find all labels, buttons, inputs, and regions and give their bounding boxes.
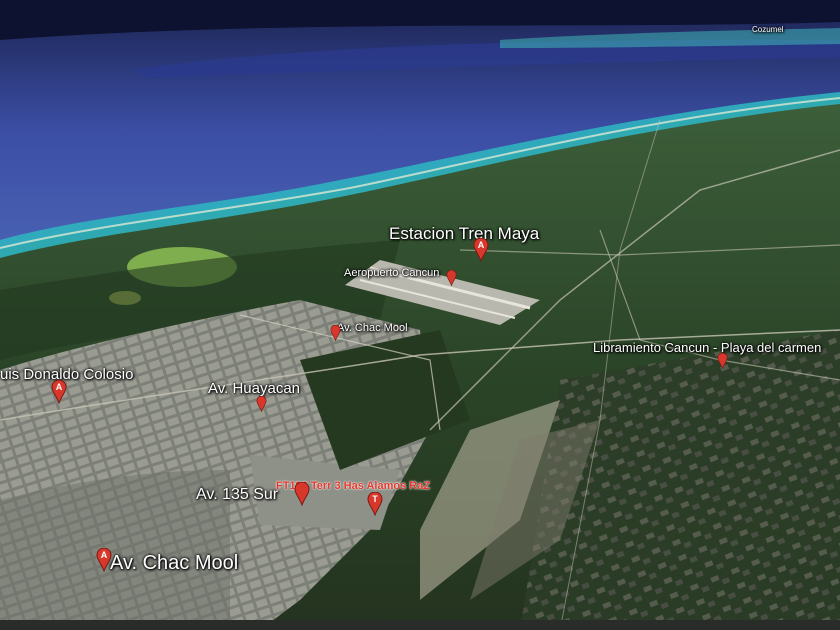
pin-letter: A	[55, 382, 63, 392]
map-pin-icon	[717, 353, 728, 369]
label-aeropuerto-cancun: Aeropuerto Cancun	[344, 267, 440, 279]
pin-av-135-sur[interactable]	[294, 482, 310, 506]
pin-letter: A	[477, 240, 485, 250]
pin-aeropuerto-cancun[interactable]	[446, 270, 457, 286]
label-libramiento: Libramiento Cancun - Playa del carmen	[593, 340, 822, 355]
label-cozumel: Cozumel	[752, 25, 784, 34]
satellite-map[interactable]: Cozumel Estacion Tren Maya Aeropuerto Ca…	[0, 0, 840, 630]
label-av-chac-mool-lower: Av. Chac Mool	[110, 552, 239, 574]
pin-av-chac-mool-upper[interactable]	[330, 325, 341, 341]
map-pin-icon	[446, 270, 457, 286]
label-av-huayacan: Av. Huayacan	[208, 380, 300, 397]
map-pin-icon	[294, 482, 310, 506]
map-pin-icon	[256, 396, 267, 412]
satellite-imagery	[0, 0, 840, 630]
pin-ft196-terreno[interactable]: T	[367, 492, 383, 516]
pin-av-huayacan[interactable]	[256, 396, 267, 412]
pin-luis-donaldo-colosio[interactable]: A	[51, 380, 67, 404]
label-estacion-tren-maya: Estacion Tren Maya	[389, 224, 540, 243]
label-av-135-sur: Av. 135 Sur	[196, 486, 279, 503]
map-pin-icon	[330, 325, 341, 341]
pin-letter: A	[100, 550, 108, 560]
pin-letter: T	[372, 494, 378, 504]
pin-libramiento[interactable]	[717, 353, 728, 369]
label-av-chac-mool-upper: Av. Chac Mool	[337, 322, 408, 334]
pin-av-chac-mool-lower[interactable]: A	[96, 548, 112, 572]
pin-estacion-tren-maya[interactable]: A	[473, 238, 489, 262]
